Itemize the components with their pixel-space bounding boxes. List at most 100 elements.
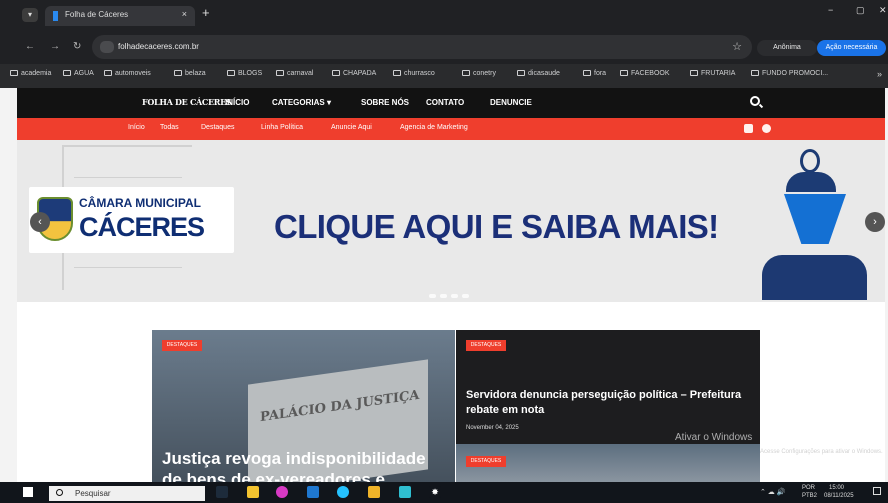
more-bookmarks-icon[interactable]: »: [877, 69, 882, 79]
folder-icon: [63, 70, 71, 76]
slider-prev-icon[interactable]: ‹: [30, 212, 50, 232]
app-icon[interactable]: [276, 486, 288, 498]
nav-about[interactable]: SOBRE NÓS: [361, 98, 409, 107]
app-icon[interactable]: [399, 486, 411, 498]
bookmark-item[interactable]: academia: [10, 70, 51, 77]
subnav-highlights[interactable]: Destaques: [201, 124, 234, 131]
bookmark-item[interactable]: churrasco: [393, 70, 435, 77]
banner-headline[interactable]: CLIQUE AQUI E SAIBA MAIS!: [274, 208, 719, 246]
bookmark-item[interactable]: BLOGS: [227, 70, 262, 77]
bookmark-item[interactable]: dicasaude: [517, 70, 560, 77]
update-button[interactable]: Ação necessária: [817, 40, 886, 56]
chrome-icon[interactable]: [368, 486, 380, 498]
subnav-home[interactable]: Início: [128, 124, 145, 131]
browser-tab[interactable]: Folha de Cáceres ×: [45, 6, 195, 26]
slider-dots: [429, 294, 473, 298]
bookmark-item[interactable]: carnaval: [276, 70, 313, 77]
taskbar-search-label: Pesquisar: [75, 489, 111, 498]
browser-tab-bar: ▾ Folha de Cáceres × + − ▢ ✕: [0, 0, 888, 26]
site-info-icon[interactable]: [100, 41, 114, 53]
ad-banner[interactable]: CÂMARA MUNICIPAL CÁCERES CLIQUE AQUI E S…: [17, 140, 885, 302]
address-bar[interactable]: folhadecaceres.com.br ☆: [92, 35, 752, 59]
speaker-illustration: [762, 140, 867, 300]
tab-title: Folha de Cáceres: [65, 10, 129, 19]
bookmark-item[interactable]: FUNDO PROMOCI...: [751, 70, 828, 77]
bookmark-item[interactable]: FACEBOOK: [620, 70, 670, 77]
folder-icon: [690, 70, 698, 76]
folder-icon: [276, 70, 284, 76]
camara-logo: CÂMARA MUNICIPAL CÁCERES: [29, 187, 234, 253]
windows-start-icon[interactable]: [23, 487, 33, 497]
nav-contact[interactable]: CONTATO: [426, 98, 464, 107]
maximize-icon[interactable]: ▢: [856, 5, 865, 16]
slider-dot[interactable]: [462, 294, 469, 298]
url-text: folhadecaceres.com.br: [118, 42, 199, 51]
incognito-button[interactable]: Anônima: [757, 40, 817, 56]
side-post[interactable]: DESTAQUES Servidora denuncia perseguição…: [456, 330, 760, 444]
tab-close-icon[interactable]: ×: [182, 9, 187, 19]
subnav-all[interactable]: Todas: [160, 124, 179, 131]
side-post-date: November 04, 2025: [466, 425, 519, 431]
post-category-badge[interactable]: DESTAQUES: [162, 340, 202, 351]
bookmark-item[interactable]: CHAPADA: [332, 70, 376, 77]
file-explorer-icon[interactable]: [247, 486, 259, 498]
post-category-badge[interactable]: DESTAQUES: [466, 340, 506, 351]
windows-activation-watermark: Ativar o Windows: [675, 432, 753, 443]
folder-icon: [174, 70, 182, 76]
reload-icon[interactable]: ↻: [73, 41, 81, 52]
back-icon[interactable]: ←: [25, 41, 35, 52]
subnav-marketing[interactable]: Agencia de Marketing: [400, 124, 468, 131]
minimize-icon[interactable]: −: [828, 5, 833, 15]
bookmark-item[interactable]: AGUA: [63, 70, 94, 77]
subnav-advertise[interactable]: Anuncie Aqui: [331, 124, 372, 131]
bookmark-item[interactable]: FRUTARIA: [690, 70, 735, 77]
slider-dot[interactable]: [429, 294, 436, 298]
side-post-title[interactable]: Servidora denuncia perseguição política …: [466, 388, 751, 418]
tray-icons[interactable]: ⌃ ☁ 🔊: [760, 488, 785, 496]
close-window-icon[interactable]: ✕: [879, 5, 887, 16]
forward-icon[interactable]: →: [50, 41, 60, 52]
taskbar-search[interactable]: Pesquisar: [49, 486, 205, 501]
nav-categories[interactable]: CATEGORIAS ▾: [272, 98, 331, 107]
windows-taskbar: Pesquisar ✸ ⌃ ☁ 🔊 POR PTB2 15:00 08/11/2…: [0, 482, 888, 503]
folder-icon: [393, 70, 401, 76]
bookmark-item[interactable]: fora: [583, 70, 606, 77]
folder-icon: [227, 70, 235, 76]
instagram-icon[interactable]: [762, 124, 771, 133]
nav-home[interactable]: INÍCIO: [225, 98, 249, 107]
featured-post-title[interactable]: Justiça revoga indisponibilidade de bens…: [162, 448, 447, 482]
bookmark-star-icon[interactable]: ☆: [732, 40, 742, 53]
task-view-icon[interactable]: [216, 486, 228, 498]
nav-report[interactable]: DENUNCIE: [490, 98, 532, 107]
language-indicator[interactable]: POR: [802, 485, 815, 491]
clock-date[interactable]: 08/11/2025: [824, 493, 854, 499]
edge-icon[interactable]: [337, 486, 349, 498]
category-subnav: Início Todas Destaques Linha Política An…: [17, 118, 885, 140]
site-logo[interactable]: FOLHA DE CÁCERES: [142, 97, 232, 107]
facebook-icon[interactable]: [744, 124, 753, 133]
featured-post[interactable]: PALÁCIO DA JUSTIÇA DESTAQUES Justiça rev…: [152, 330, 455, 482]
site-search-icon[interactable]: [750, 96, 760, 106]
slider-dot[interactable]: [440, 294, 447, 298]
search-icon: [56, 489, 63, 496]
notifications-icon[interactable]: [873, 487, 881, 495]
folder-icon: [517, 70, 525, 76]
post-category-badge[interactable]: DESTAQUES: [466, 456, 506, 467]
slider-next-icon[interactable]: ›: [865, 212, 885, 232]
slider-dot[interactable]: [451, 294, 458, 298]
clock-time[interactable]: 15:00: [829, 485, 844, 491]
folder-icon: [583, 70, 591, 76]
tab-search-icon[interactable]: ▾: [22, 8, 38, 22]
folder-icon: [620, 70, 628, 76]
subnav-politics[interactable]: Linha Política: [261, 124, 303, 131]
language-layout[interactable]: PTB2: [802, 493, 817, 499]
bookmark-item[interactable]: automoveis: [104, 70, 151, 77]
folder-icon: [10, 70, 18, 76]
new-tab-icon[interactable]: +: [202, 5, 210, 20]
bookmark-item[interactable]: belaza: [174, 70, 206, 77]
side-post-2[interactable]: DESTAQUES: [456, 444, 760, 482]
settings-gear-icon[interactable]: ✸: [429, 486, 441, 498]
store-icon[interactable]: [307, 486, 319, 498]
site-navbar: FOLHA DE CÁCERES INÍCIO CATEGORIAS ▾ SOB…: [17, 88, 885, 118]
bookmark-item[interactable]: conetry: [462, 70, 496, 77]
